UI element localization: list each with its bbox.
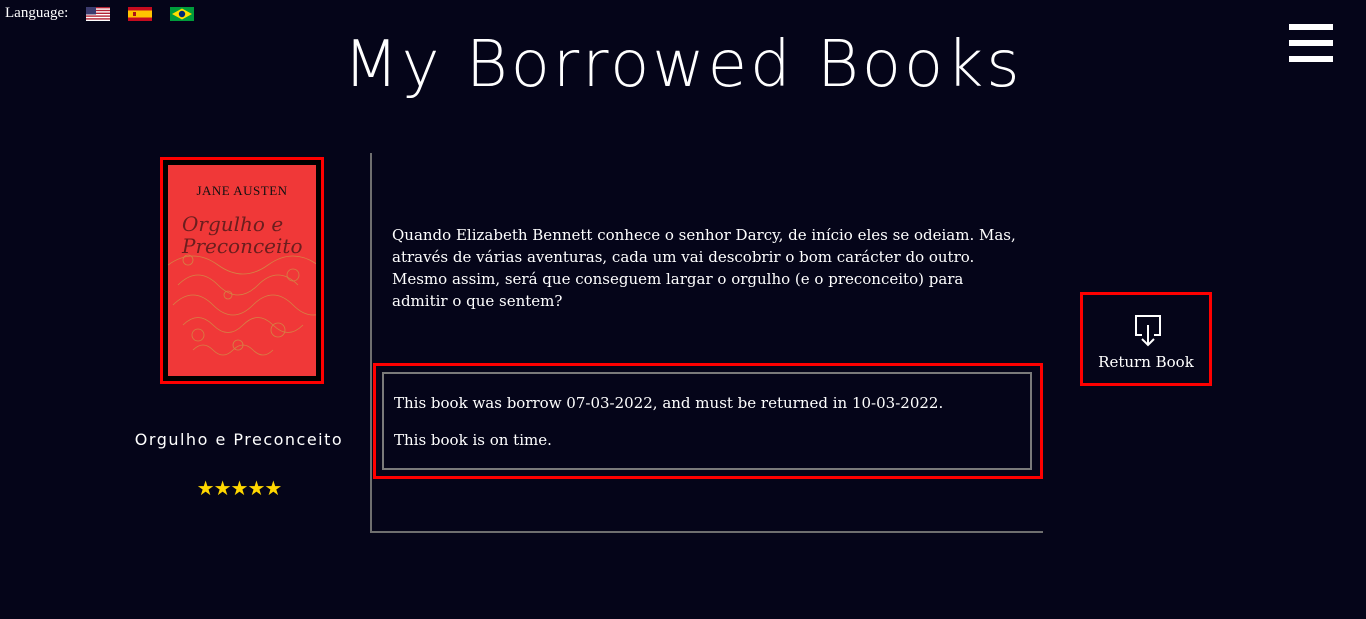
cover-title: Orgulho e Preconceito — [182, 212, 303, 258]
spain-flag-icon[interactable] — [128, 6, 153, 21]
panel-divider-vertical — [370, 153, 372, 533]
book-title: Orgulho e Preconceito — [134, 430, 344, 449]
on-time-text: This book is on time. — [394, 431, 552, 449]
return-book-label: Return Book — [1098, 353, 1194, 371]
language-bar: Language: — [5, 5, 195, 22]
us-flag-icon[interactable] — [86, 6, 111, 21]
hamburger-menu-icon[interactable] — [1289, 24, 1333, 62]
cover-author: JANE AUSTEN — [196, 183, 288, 198]
book-cover-image: JANE AUSTEN Orgulho e Preconceito — [168, 165, 316, 376]
loan-dates-text: This book was borrow 07-03-2022, and mus… — [394, 394, 944, 412]
return-download-icon — [1135, 315, 1161, 347]
brazil-flag-icon[interactable] — [170, 6, 195, 21]
language-label: Language: — [5, 5, 69, 21]
borrowed-books-page: Language: My Borrowed Books JANE AUSTEN … — [0, 0, 1366, 619]
page-title: My Borrowed Books — [343, 28, 1023, 102]
book-cover-frame[interactable]: JANE AUSTEN Orgulho e Preconceito — [160, 157, 324, 384]
return-book-button[interactable]: Return Book — [1080, 292, 1212, 386]
panel-divider-horizontal — [370, 531, 1043, 533]
loan-status-box: This book was borrow 07-03-2022, and mus… — [373, 363, 1043, 479]
book-description: Quando Elizabeth Bennett conhece o senho… — [392, 226, 1016, 310]
star-rating: ★★★★★ — [196, 476, 283, 500]
loan-status-inner: This book was borrow 07-03-2022, and mus… — [382, 372, 1032, 470]
